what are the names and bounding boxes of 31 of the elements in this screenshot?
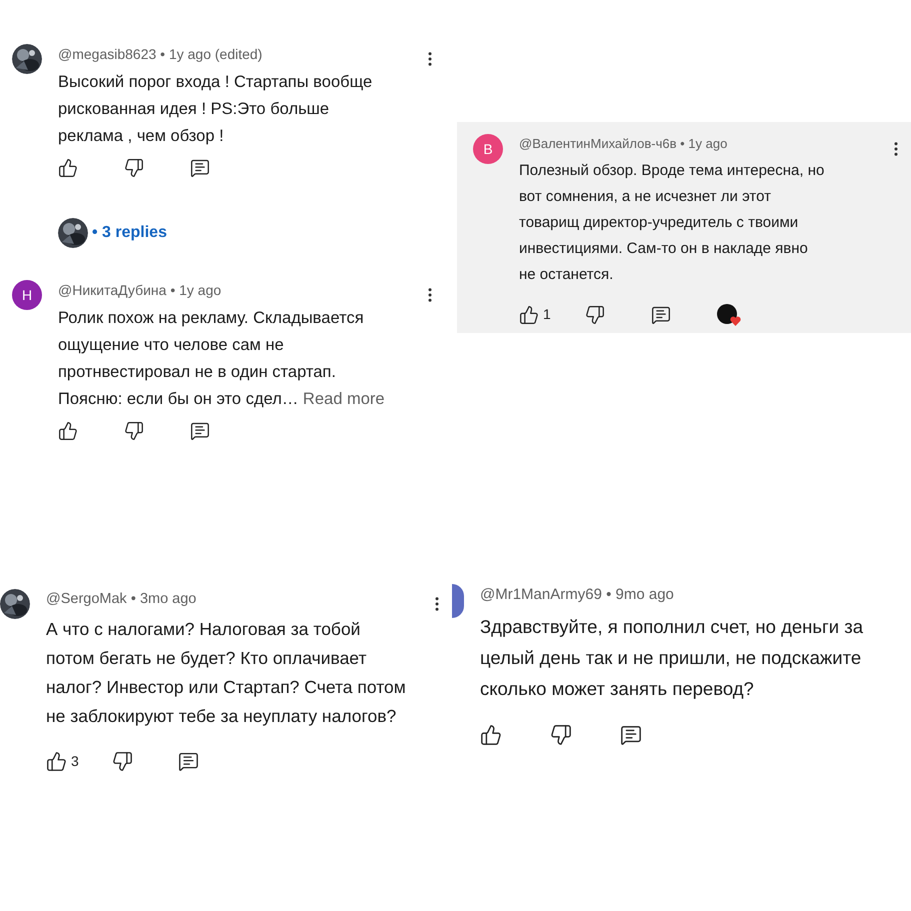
- comment-header: @megasib8623 • 1y ago (edited): [58, 45, 262, 64]
- thumbs-down-icon: [124, 158, 144, 178]
- comment-header: @SergoMak • 3mo ago: [46, 590, 196, 609]
- like-button[interactable]: 3: [46, 750, 96, 772]
- read-more-link[interactable]: Read more: [302, 390, 385, 408]
- thumbs-up-icon: [58, 158, 78, 178]
- comment-header: @Mr1ManArmy69 • 9mo ago: [480, 585, 674, 605]
- comment-header: @ВалентинМихайлов-ч6в • 1y ago: [519, 135, 728, 153]
- thumbs-up-icon: [519, 304, 539, 324]
- comment-text: А что с налогами? Налоговая за тобой потом бегать не будет? Кто оплачивает налог? Инвестор или Стартап? Счета потом не заблокируют тебе за неуплату налогов?: [46, 618, 406, 728]
- thumbs-down-icon: [112, 750, 133, 772]
- comment-icon: [651, 304, 671, 324]
- thumbs-up-icon: [58, 421, 78, 441]
- thumbs-down-icon: [124, 421, 144, 441]
- comment-text: Ролик похож на рекламу. Складывается ощущение что челове сам не протнвестировал не в один стартап. Поясню: если бы он это сдел… Read more: [58, 308, 386, 410]
- comment-icon: [178, 750, 199, 772]
- thumbs-up-icon: [46, 750, 67, 772]
- avatar[interactable]: В: [473, 134, 503, 164]
- comment-icon: [620, 724, 642, 746]
- thumbs-up-icon: [480, 724, 502, 746]
- comment-icon: [190, 421, 210, 441]
- comment-text: Полезный обзор. Вроде тема интересна, но вот сомнения, а не исчезнет ли этот товарищ директор-учредитель с твоими инвестициями. Сам-то он в накладе явно не останется.: [519, 160, 825, 284]
- comment-text: Высокий порог входа ! Стартапы вообще рискованная идея ! PS:Это больше реклама , чем обзор !: [58, 72, 374, 147]
- comment-header: @НикитаДубина • 1y ago: [58, 281, 222, 300]
- comment-icon: [190, 158, 210, 178]
- like-button[interactable]: 1: [519, 304, 569, 325]
- replies-button[interactable]: • 3 replies: [58, 218, 393, 248]
- avatar[interactable]: Н: [12, 280, 42, 310]
- comment-text: Здравствуйте, я пополнил счет, но деньги за целый день так и не пришли, не подскажите сколько может занять перевод?: [480, 614, 864, 701]
- thumbs-down-icon: [585, 304, 605, 324]
- thumbs-down-icon: [550, 724, 572, 746]
